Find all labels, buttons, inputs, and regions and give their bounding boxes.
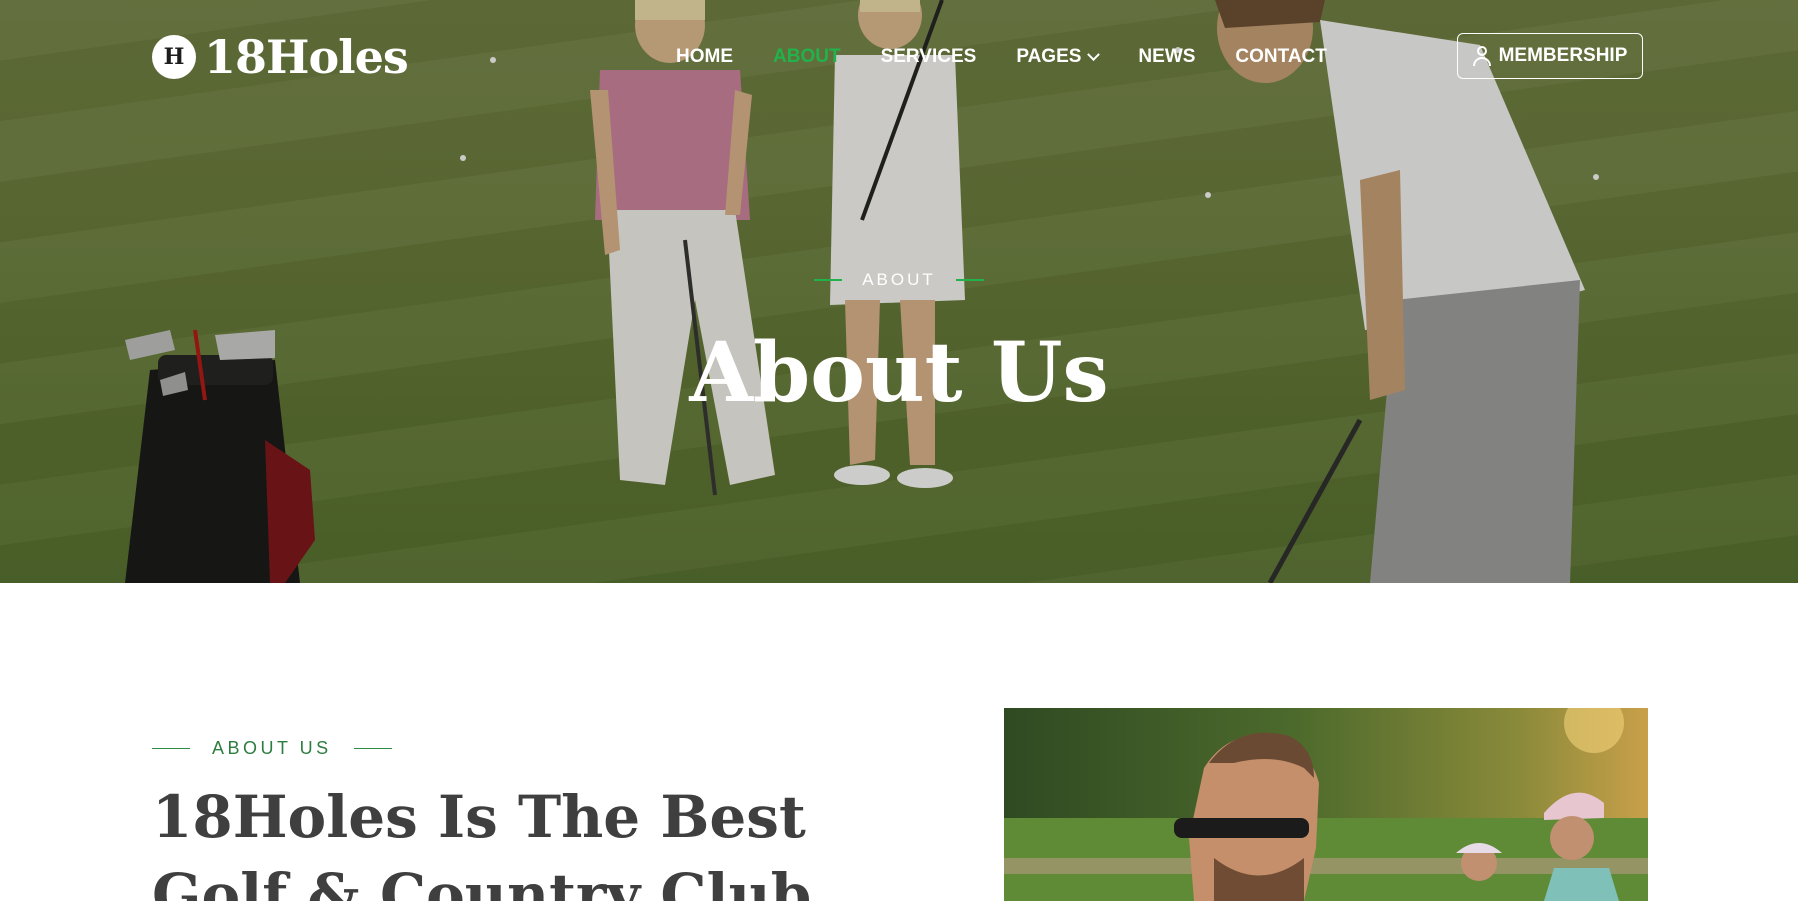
chevron-down-icon [1087, 47, 1101, 61]
about-eyebrow-text: ABOUT US [212, 738, 332, 758]
about-heading: 18Holes Is The Best Golf & Country Club [152, 783, 812, 901]
nav-item-contact[interactable]: CONTACT [1235, 46, 1326, 68]
main-nav: HOME ABOUT SERVICES PAGES NEWS CONTACT [676, 44, 1367, 70]
site-logo[interactable]: H 18Holes [152, 30, 409, 84]
hero-eyebrow-text: ABOUT [862, 270, 936, 289]
eyebrow-line-left [152, 747, 190, 750]
eyebrow-line-right [353, 747, 392, 750]
nav-label: CONTACT [1235, 46, 1327, 67]
nav-item-pages[interactable]: PAGES [1016, 46, 1101, 68]
nav-label: PAGES [1016, 46, 1082, 67]
nav-item-home[interactable]: HOME [676, 46, 733, 68]
membership-label: MEMBERSHIP [1498, 45, 1628, 66]
hero-banner: H 18Holes HOME ABOUT SERVICES PAGES NEWS… [0, 0, 1798, 583]
membership-button[interactable]: MEMBERSHIP [1457, 33, 1643, 79]
nav-label: SERVICES [880, 46, 977, 67]
nav-item-services[interactable]: SERVICES [881, 46, 977, 68]
logo-badge-icon: H [152, 35, 196, 79]
logo-text: 18Holes [204, 30, 409, 84]
about-eyebrow: ABOUT US [152, 738, 392, 759]
hero-eyebrow: ABOUT [0, 270, 1798, 290]
nav-label: NEWS [1138, 46, 1196, 67]
nav-item-news[interactable]: NEWS [1138, 46, 1195, 68]
nav-item-about[interactable]: ABOUT [773, 46, 841, 68]
user-icon [1472, 46, 1491, 66]
eyebrow-line-right [955, 279, 984, 281]
golfer-portrait-photo [1004, 708, 1648, 901]
nav-label: ABOUT [773, 46, 841, 67]
nav-label: HOME [676, 46, 733, 67]
about-photo [1004, 708, 1648, 901]
page-title: About Us [689, 325, 1109, 421]
hero-overlay [0, 0, 1798, 583]
eyebrow-line-left [814, 279, 843, 281]
